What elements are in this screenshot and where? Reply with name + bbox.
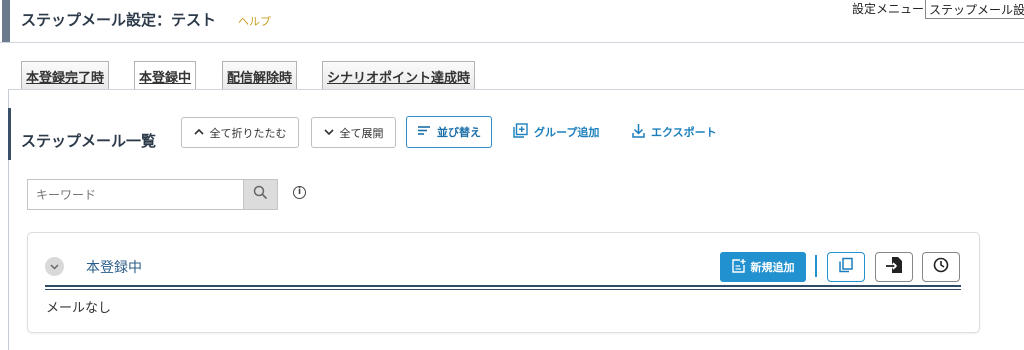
tab-registering[interactable]: 本登録中 xyxy=(134,61,197,89)
add-new-label: 新規追加 xyxy=(750,261,795,274)
plus-square-icon xyxy=(513,123,528,141)
tab-registration-complete[interactable]: 本登録完了時 xyxy=(21,61,110,89)
panel-title: ステップメール一覧 xyxy=(21,132,157,150)
settings-menu-select[interactable]: ステップメール設定 xyxy=(925,0,1024,19)
search-icon xyxy=(253,185,268,204)
help-link[interactable]: ヘルプ xyxy=(238,13,271,29)
search-button[interactable] xyxy=(243,179,278,210)
settings-menu-label: 設定メニュー xyxy=(852,2,925,16)
sort-button[interactable]: 並び替え xyxy=(406,116,492,148)
group-header-rule xyxy=(45,285,961,287)
copy-icon xyxy=(838,257,854,277)
keyword-search-input[interactable] xyxy=(27,179,244,210)
header-accent-bar xyxy=(2,0,10,42)
group-title: 本登録中 xyxy=(86,260,142,276)
page-title: ステップメール設定：テスト xyxy=(21,11,217,29)
chevron-up-icon xyxy=(193,126,204,139)
empty-mail-message: メールなし xyxy=(46,301,112,316)
add-document-icon xyxy=(731,258,746,276)
sort-lines-icon xyxy=(417,125,431,139)
group-card xyxy=(27,232,980,333)
info-icon[interactable]: i xyxy=(293,186,306,199)
export-button[interactable]: エクスポート xyxy=(632,123,717,141)
add-new-mail-button[interactable]: 新規追加 xyxy=(720,252,806,282)
export-label: エクスポート xyxy=(651,126,717,139)
expand-all-button[interactable]: 全て展開 xyxy=(311,117,396,148)
panel-accent-bar xyxy=(8,108,11,160)
tab-unsubscribe[interactable]: 配信解除時 xyxy=(222,61,298,89)
clock-icon xyxy=(933,257,949,277)
download-icon xyxy=(632,123,645,141)
copy-button[interactable] xyxy=(827,252,865,282)
add-group-button[interactable]: グループ追加 xyxy=(513,123,599,141)
expand-all-label: 全て展開 xyxy=(339,126,384,140)
collapse-all-button[interactable]: 全て折りたたむ xyxy=(181,117,299,148)
import-button[interactable] xyxy=(875,252,913,282)
chevron-down-icon xyxy=(323,126,334,139)
group-toggle-chevron-down-icon[interactable] xyxy=(45,257,64,276)
schedule-button[interactable] xyxy=(922,252,960,282)
tab-scenario-point[interactable]: シナリオポイント達成時 xyxy=(322,61,476,89)
header-divider xyxy=(0,42,1024,43)
collapse-all-label: 全て折りたたむ xyxy=(209,126,287,140)
action-separator xyxy=(815,255,817,277)
group-header-rule-secondary xyxy=(45,289,961,290)
import-icon xyxy=(885,256,903,278)
add-group-label: グループ追加 xyxy=(534,126,600,139)
sort-label: 並び替え xyxy=(437,126,481,139)
